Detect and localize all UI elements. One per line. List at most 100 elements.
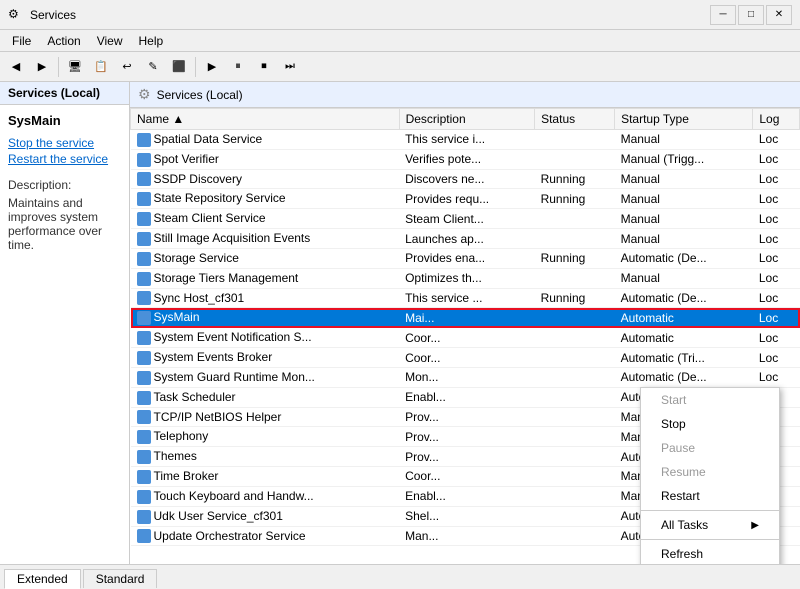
- sysmain-title: SysMain: [8, 113, 121, 128]
- stop-button[interactable]: ⏹: [252, 56, 276, 78]
- menu-item-help[interactable]: Help: [131, 32, 172, 50]
- service-name: System Events Broker: [131, 348, 400, 368]
- service-name: Steam Client Service: [131, 209, 400, 229]
- toolbar-btn-3[interactable]: ↩: [115, 56, 139, 78]
- table-row[interactable]: System Events BrokerCoor...Automatic (Tr…: [131, 348, 800, 368]
- menu-item-action[interactable]: Action: [39, 32, 88, 50]
- service-startup-type: Manual: [615, 268, 753, 288]
- toolbar-btn-4[interactable]: ✎: [141, 56, 165, 78]
- service-icon: [137, 192, 151, 206]
- table-row[interactable]: System Guard Runtime Mon...Mon...Automat…: [131, 367, 800, 387]
- service-log: Loc: [753, 229, 800, 249]
- title-bar-controls: ─ □ ✕: [710, 5, 792, 25]
- service-status: [535, 348, 615, 368]
- toolbar-btn-1[interactable]: 🖥: [63, 56, 87, 78]
- service-name: Task Scheduler: [131, 387, 400, 407]
- service-startup-type: Automatic (Tri...: [615, 348, 753, 368]
- tab-extended[interactable]: Extended: [4, 569, 81, 589]
- service-description: Prov...: [399, 427, 535, 447]
- service-status: [535, 526, 615, 546]
- close-button[interactable]: ✕: [766, 5, 792, 25]
- table-row[interactable]: Sync Host_cf301This service ...RunningAu…: [131, 288, 800, 308]
- service-name: System Event Notification S...: [131, 328, 400, 348]
- service-description: Prov...: [399, 447, 535, 467]
- service-startup-type: Manual: [615, 229, 753, 249]
- context-menu-item-start: Start: [641, 388, 779, 412]
- pause-button[interactable]: ⏸: [226, 56, 250, 78]
- service-startup-type: Automatic: [615, 328, 753, 348]
- service-name: SysMain: [131, 308, 400, 328]
- service-status: [535, 447, 615, 467]
- service-icon: [137, 470, 151, 484]
- service-name: System Guard Runtime Mon...: [131, 367, 400, 387]
- service-description: Optimizes th...: [399, 268, 535, 288]
- service-status: Running: [535, 288, 615, 308]
- stop-service-link[interactable]: Stop the service: [8, 136, 121, 150]
- col-name[interactable]: Name ▲: [131, 109, 400, 130]
- service-icon: [137, 291, 151, 305]
- service-status: [535, 407, 615, 427]
- table-row[interactable]: State Repository ServiceProvides requ...…: [131, 189, 800, 209]
- service-startup-type: Automatic (De...: [615, 288, 753, 308]
- table-row[interactable]: Still Image Acquisition EventsLaunches a…: [131, 229, 800, 249]
- service-status: [535, 209, 615, 229]
- tab-standard[interactable]: Standard: [83, 569, 158, 588]
- description-label: Description:: [8, 178, 121, 192]
- menu-item-file[interactable]: File: [4, 32, 39, 50]
- service-icon: [137, 172, 151, 186]
- context-menu-item-label: Stop: [661, 417, 686, 431]
- table-row[interactable]: SysMainMai...AutomaticLoc: [131, 308, 800, 328]
- col-description[interactable]: Description: [399, 109, 535, 130]
- main-container: Services (Local) SysMain Stop the servic…: [0, 82, 800, 564]
- table-row[interactable]: SSDP DiscoveryDiscovers ne...RunningManu…: [131, 169, 800, 189]
- restart-service-link[interactable]: Restart the service: [8, 152, 121, 166]
- table-row[interactable]: Spatial Data ServiceThis service i...Man…: [131, 130, 800, 150]
- minimize-button[interactable]: ─: [710, 5, 736, 25]
- back-button[interactable]: ◀: [4, 56, 28, 78]
- toolbar-btn-5[interactable]: ⬛: [167, 56, 191, 78]
- play-button[interactable]: ▶: [200, 56, 224, 78]
- context-menu-item-refresh[interactable]: Refresh: [641, 542, 779, 564]
- service-status: [535, 328, 615, 348]
- service-log: Loc: [753, 328, 800, 348]
- service-log: Loc: [753, 209, 800, 229]
- service-status: [535, 467, 615, 487]
- context-menu-item-stop[interactable]: Stop: [641, 412, 779, 436]
- service-icon: [137, 410, 151, 424]
- service-icon: [137, 391, 151, 405]
- service-name: Touch Keyboard and Handw...: [131, 486, 400, 506]
- context-menu-item-all-tasks[interactable]: All Tasks▶: [641, 513, 779, 537]
- col-status[interactable]: Status: [535, 109, 615, 130]
- table-row[interactable]: Steam Client ServiceSteam Client...Manua…: [131, 209, 800, 229]
- service-startup-type: Manual (Trigg...: [615, 149, 753, 169]
- service-description: Man...: [399, 526, 535, 546]
- service-icon: [137, 252, 151, 266]
- service-description: This service i...: [399, 130, 535, 150]
- service-icon: [137, 153, 151, 167]
- service-icon: [137, 272, 151, 286]
- context-menu-item-restart[interactable]: Restart: [641, 484, 779, 508]
- table-row[interactable]: Spot VerifierVerifies pote...Manual (Tri…: [131, 149, 800, 169]
- menu-item-view[interactable]: View: [89, 32, 131, 50]
- service-icon: [137, 510, 151, 524]
- col-log[interactable]: Log: [753, 109, 800, 130]
- service-description: Discovers ne...: [399, 169, 535, 189]
- service-startup-type: Automatic (De...: [615, 248, 753, 268]
- service-name: Still Image Acquisition Events: [131, 229, 400, 249]
- toolbar-btn-2[interactable]: 📋: [89, 56, 113, 78]
- left-panel-content: SysMain Stop the service Restart the ser…: [0, 105, 129, 260]
- service-status: [535, 506, 615, 526]
- service-status: [535, 229, 615, 249]
- service-description: Shel...: [399, 506, 535, 526]
- service-name: Update Orchestrator Service: [131, 526, 400, 546]
- table-row[interactable]: Storage Tiers ManagementOptimizes th...M…: [131, 268, 800, 288]
- service-startup-type: Manual: [615, 189, 753, 209]
- table-row[interactable]: System Event Notification S...Coor...Aut…: [131, 328, 800, 348]
- maximize-button[interactable]: □: [738, 5, 764, 25]
- forward-button[interactable]: ▶: [30, 56, 54, 78]
- table-row[interactable]: Storage ServiceProvides ena...RunningAut…: [131, 248, 800, 268]
- col-startup-type[interactable]: Startup Type: [615, 109, 753, 130]
- service-description: Launches ap...: [399, 229, 535, 249]
- restart-button[interactable]: ⏭: [278, 56, 302, 78]
- service-name: Udk User Service_cf301: [131, 506, 400, 526]
